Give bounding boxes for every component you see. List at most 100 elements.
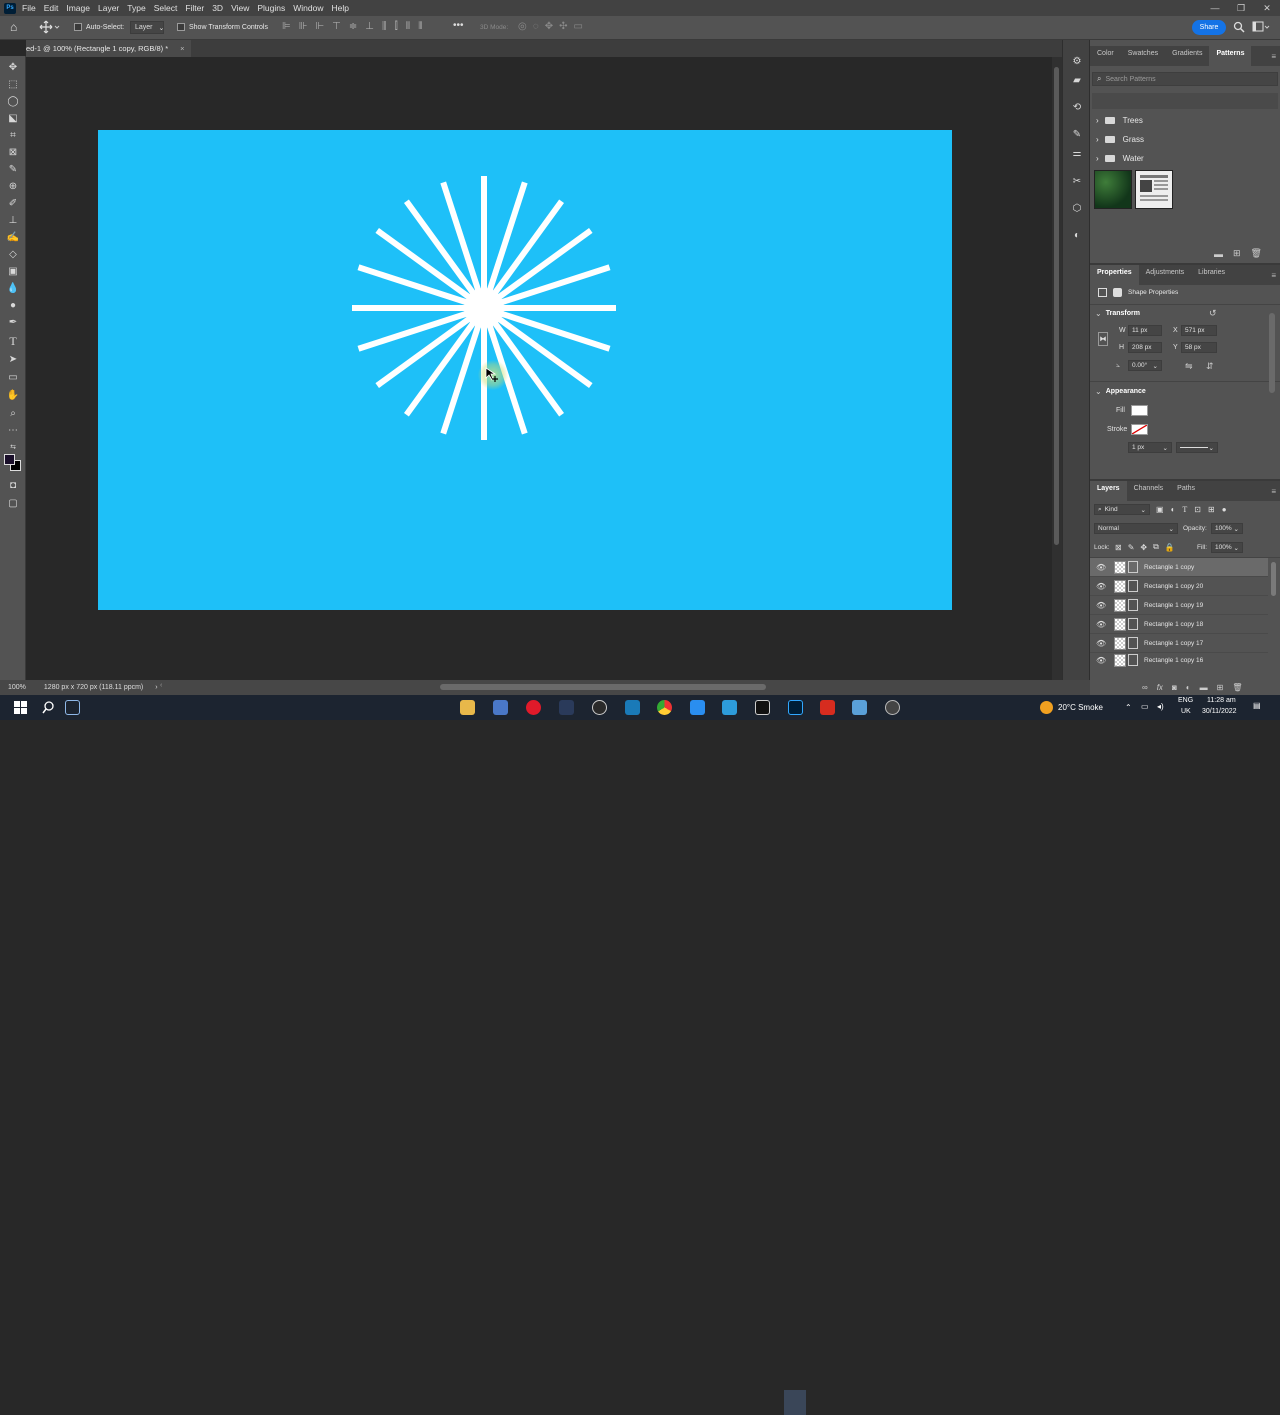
pattern-thumbnail-leaves[interactable] [1094, 170, 1132, 209]
dodge-tool-icon[interactable]: ● [6, 298, 20, 312]
flip-horizontal-icon[interactable]: ⇋ [1185, 361, 1193, 372]
pattern-thumbnail-newspaper[interactable] [1135, 170, 1173, 209]
layer-row[interactable]: 👁 Rectangle 1 copy [1090, 558, 1268, 577]
document-tab[interactable]: ed-1 @ 100% (Rectangle 1 copy, RGB/8) * … [26, 40, 191, 57]
layer-row[interactable]: 👁 Rectangle 1 copy 16 [1090, 653, 1268, 667]
3d-scale-icon[interactable]: ▭ [573, 21, 582, 32]
align-vcenter-icon[interactable]: ≑ [349, 21, 357, 32]
visibility-eye-icon[interactable]: 👁 [1096, 656, 1106, 665]
3d-slide-icon[interactable]: ✣ [559, 21, 567, 32]
healing-brush-tool-icon[interactable]: ⊕ [6, 179, 20, 193]
restore-button[interactable]: ❐ [1228, 0, 1254, 16]
app-icon-5[interactable] [592, 700, 607, 715]
tab-patterns[interactable]: Patterns [1209, 46, 1252, 66]
lasso-tool-icon[interactable]: ◯ [6, 94, 20, 108]
clone-stamp-tool-icon[interactable]: ⊥ [6, 213, 20, 227]
properties-scroll-thumb[interactable] [1269, 313, 1275, 393]
align-top-icon[interactable]: ⊤ [332, 21, 341, 32]
layer-filter-dropdown[interactable]: ⌕ Kind ⌄ [1094, 504, 1150, 515]
folder-grass[interactable]: › Grass [1096, 132, 1144, 146]
language-bottom[interactable]: UK [1181, 708, 1191, 715]
new-group-icon[interactable]: ▬ [1200, 683, 1208, 692]
screen-mode-icon[interactable]: ▢ [6, 496, 20, 510]
tab-adjustments[interactable]: Adjustments [1139, 265, 1192, 285]
tab-layers[interactable]: Layers [1090, 481, 1127, 501]
path-select-tool-icon[interactable]: ➤ [6, 352, 20, 366]
3d-roll-icon[interactable]: ◌ [533, 21, 539, 32]
history-brush-tool-icon[interactable]: ✍ [6, 230, 20, 244]
pixel-filter-icon[interactable]: ▣ [1156, 505, 1164, 514]
vertical-scroll-thumb[interactable] [1054, 67, 1059, 545]
hand-tool-icon[interactable]: ✋ [6, 388, 20, 402]
status-arrow-icon[interactable]: › [155, 684, 157, 691]
menu-image[interactable]: Image [66, 3, 90, 13]
menu-select[interactable]: Select [154, 3, 178, 13]
document-info[interactable]: 1280 px x 720 px (118.11 ppcm) [44, 684, 143, 691]
stroke-swatch[interactable] [1131, 424, 1148, 435]
layer-row[interactable]: 👁 Rectangle 1 copy 17 [1090, 634, 1268, 653]
move-tool-preset-icon[interactable] [38, 20, 60, 34]
object-select-tool-icon[interactable]: ⬕ [6, 111, 20, 125]
blend-mode-dropdown[interactable]: Normal ⌄ [1094, 523, 1178, 534]
marquee-tool-icon[interactable]: ⬚ [6, 77, 20, 91]
scroll-left-icon[interactable]: ‹ [160, 682, 162, 689]
chrome-icon[interactable] [657, 700, 672, 715]
link-layers-icon[interactable]: ∞ [1142, 683, 1148, 692]
stroke-style-dropdown[interactable]: ⌄ [1176, 442, 1218, 453]
add-mask-icon[interactable]: ◙ [1172, 683, 1177, 692]
opacity-field[interactable]: 100% ⌄ [1211, 523, 1243, 534]
new-pattern-icon[interactable]: ⊞ [1233, 248, 1241, 259]
zoom-level[interactable]: 100% [8, 684, 26, 691]
menu-type[interactable]: Type [127, 3, 145, 13]
layer-row[interactable]: 👁 Rectangle 1 copy 18 [1090, 615, 1268, 634]
comments-icon[interactable]: ▰ [1070, 73, 1084, 87]
3d-pan-icon[interactable]: ✥ [545, 21, 553, 32]
layer-row[interactable]: 👁 Rectangle 1 copy 19 [1090, 596, 1268, 615]
show-transform-checkbox[interactable] [177, 23, 185, 31]
tab-libraries[interactable]: Libraries [1191, 265, 1232, 285]
minimize-button[interactable]: — [1202, 0, 1228, 16]
layer-row[interactable]: 👁 Rectangle 1 copy 20 [1090, 577, 1268, 596]
brushes-icon[interactable]: ✎ [1070, 127, 1084, 141]
tab-color[interactable]: Color [1090, 46, 1121, 66]
app-icon-9[interactable] [722, 700, 737, 715]
distribute-v-icon[interactable]: ⫿ [395, 21, 398, 32]
width-field[interactable]: 11 px [1128, 325, 1162, 336]
align-bottom-icon[interactable]: ⊥ [365, 21, 374, 32]
patterns-panel-menu-icon[interactable]: ≡ [1271, 52, 1276, 61]
delete-icon[interactable]: 🗑 [1251, 248, 1262, 259]
document-canvas[interactable] [98, 130, 952, 610]
opera-icon[interactable] [526, 700, 541, 715]
menu-plugins[interactable]: Plugins [257, 3, 285, 13]
lock-position-icon[interactable]: ✥ [1140, 543, 1147, 552]
tab-paths[interactable]: Paths [1170, 481, 1202, 501]
angle-field[interactable]: 0.00° ⌄ [1128, 360, 1162, 371]
zoom-tool-icon[interactable]: ⌕ [6, 406, 20, 420]
distribute-space-icon[interactable]: ⫴ [418, 21, 422, 32]
tray-chevron-icon[interactable]: ⌃ [1125, 703, 1132, 712]
brush-tool-icon[interactable]: ✐ [6, 196, 20, 210]
starburst-center[interactable] [464, 288, 504, 328]
windows-start-icon[interactable] [14, 701, 27, 714]
menu-edit[interactable]: Edit [44, 3, 59, 13]
height-field[interactable]: 208 px [1128, 342, 1162, 353]
photoshop-taskbar-icon[interactable] [788, 700, 803, 715]
3d-cube-icon[interactable]: ⬡ [1070, 201, 1084, 215]
swap-colors-icon[interactable]: ⇆ [6, 440, 20, 454]
menu-filter[interactable]: Filter [185, 3, 204, 13]
materials-icon[interactable]: ◐ [1070, 228, 1084, 242]
visibility-eye-icon[interactable]: 👁 [1096, 620, 1106, 629]
foreground-color-swatch[interactable] [4, 454, 15, 465]
menu-layer[interactable]: Layer [98, 3, 119, 13]
menu-3d[interactable]: 3D [212, 3, 223, 13]
vertical-scrollbar[interactable] [1052, 57, 1062, 680]
search-icon[interactable] [42, 701, 55, 714]
menu-file[interactable]: File [22, 3, 36, 13]
quick-mask-icon[interactable]: ◘ [6, 478, 20, 492]
chevron-right-icon[interactable]: › [1096, 154, 1099, 163]
chevron-right-icon[interactable]: › [1096, 116, 1099, 125]
language-top[interactable]: ENG [1178, 697, 1193, 704]
capcut-icon[interactable] [755, 700, 770, 715]
rectangle-tool-icon[interactable]: ▭ [6, 370, 20, 384]
menu-help[interactable]: Help [331, 3, 348, 13]
